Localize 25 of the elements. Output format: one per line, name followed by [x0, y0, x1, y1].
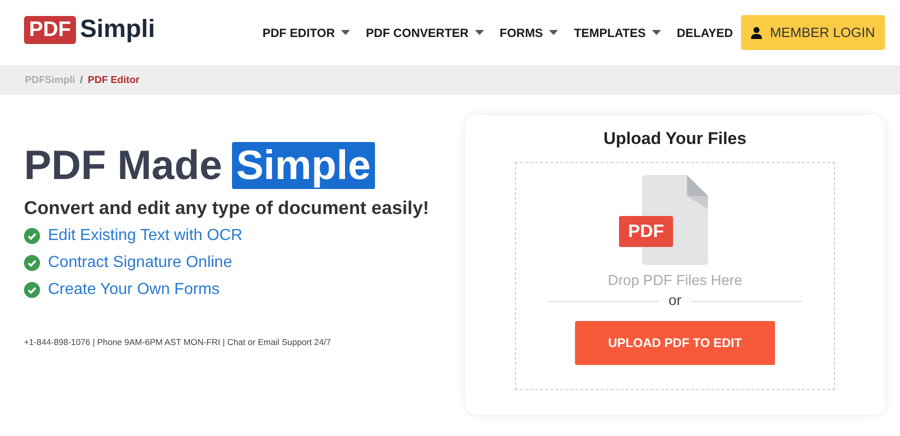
or-divider-text: or — [668, 293, 682, 309]
nav-link[interactable]: DELAYED — [676, 26, 733, 40]
logo-text: Simpli — [80, 15, 156, 44]
hero-subheading: Convert and edit any type of document easily! — [24, 197, 430, 219]
upload-title: Upload Your Files — [604, 129, 746, 149]
nav-link[interactable]: PDF EDITOR — [262, 26, 350, 40]
user-icon — [750, 26, 762, 38]
check-icon — [24, 282, 40, 298]
nav-link[interactable]: FORMS — [500, 26, 558, 40]
check-icon — [24, 255, 40, 271]
feature-link[interactable]: Edit Existing Text with OCR — [48, 227, 242, 245]
logo-badge: PDF — [24, 16, 76, 44]
highlighted-heading-word: Simple — [232, 142, 375, 189]
nav-link[interactable]: PDF CONVERTER — [366, 26, 484, 40]
feature-link[interactable]: Contract Signature Online — [48, 254, 232, 272]
hero-heading: PDF Made — [24, 142, 222, 189]
member-login-button[interactable]: MEMBER LOGIN — [740, 15, 885, 50]
check-icon — [24, 228, 40, 244]
feature-link[interactable]: Create Your Own Forms — [48, 281, 220, 299]
breadcrumb-link[interactable]: PDF Editor — [88, 74, 140, 86]
contact-info: +1-844-898-1076 | Phone 9AM-6PM AST MON-FRI | Chat or Email Support 24/7 — [24, 337, 332, 347]
drop-zone[interactable]: PDF Drop PDF Files Here or UPLOAD PDF TO EDIT — [515, 162, 835, 390]
nav-link[interactable]: TEMPLATES — [574, 26, 661, 40]
breadcrumb-separator: / — [80, 74, 83, 86]
drop-hint: Drop PDF Files Here — [608, 273, 742, 289]
